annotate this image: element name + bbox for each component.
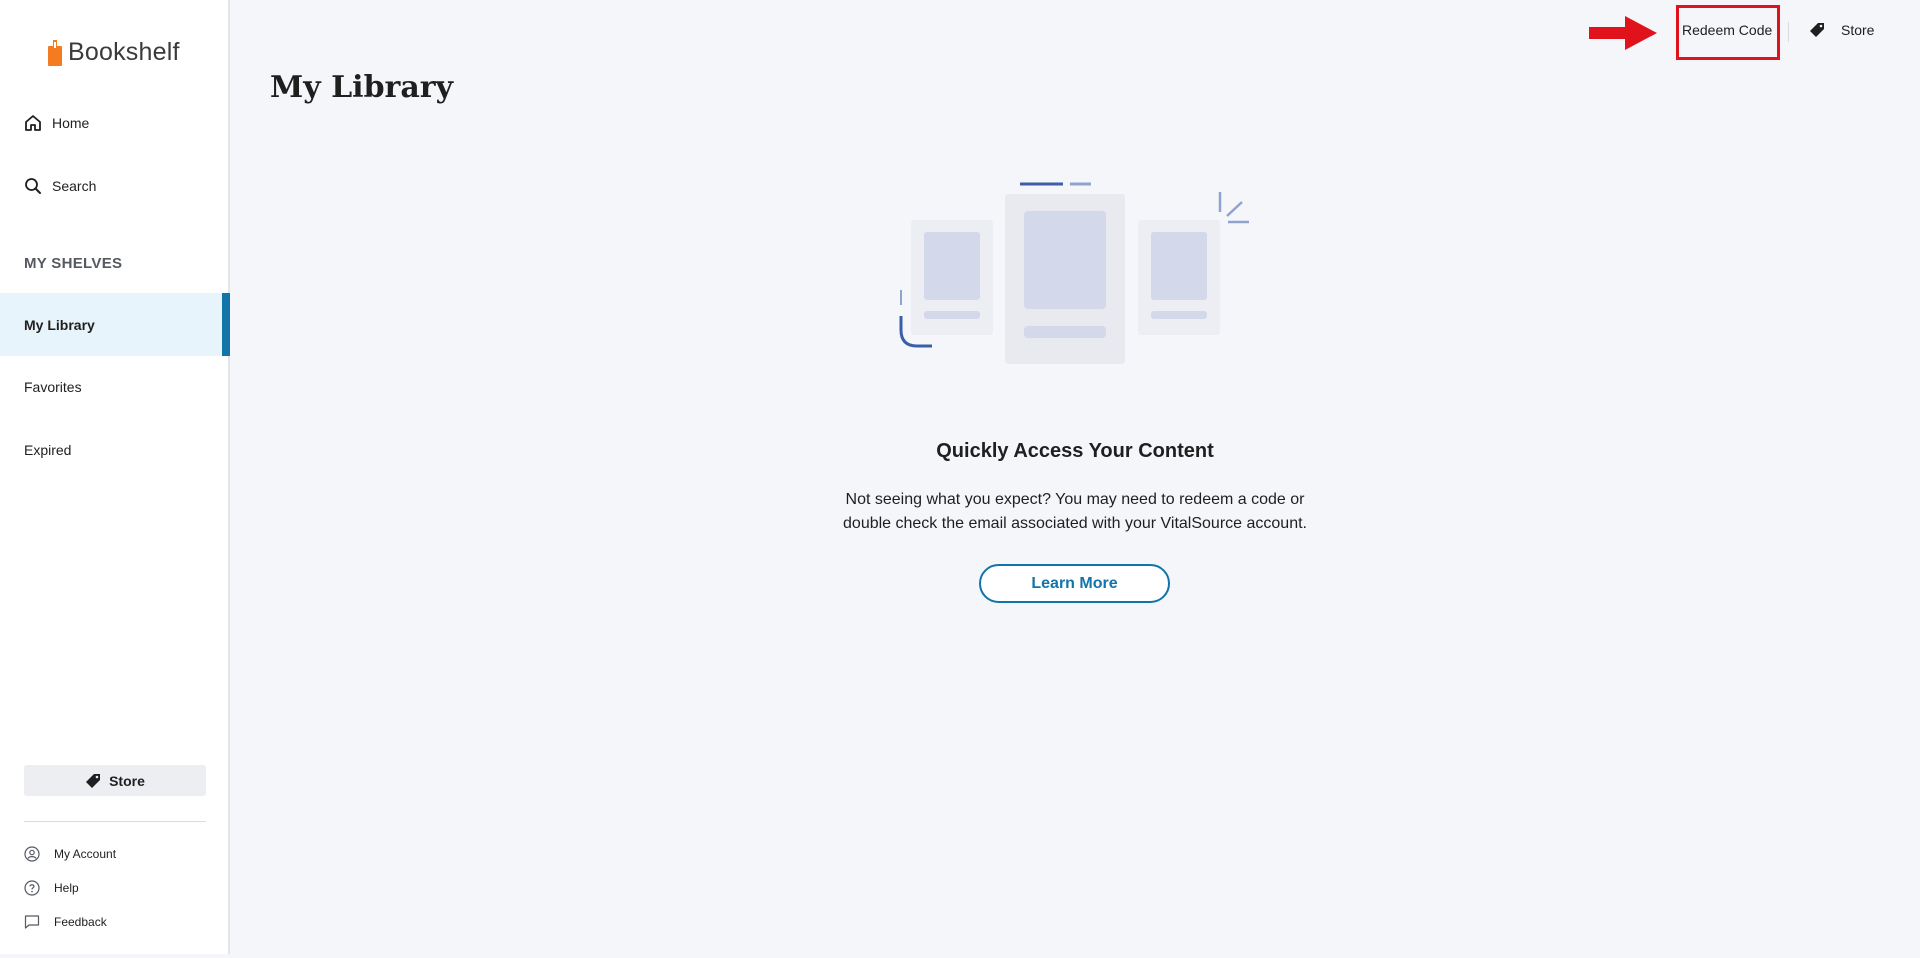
bookshelf-logo[interactable]: Bookshelf (48, 38, 180, 67)
page-title: My Library (270, 70, 454, 105)
my-account-link[interactable]: My Account (24, 846, 116, 862)
logo-text: Bookshelf (68, 38, 180, 66)
help-link[interactable]: Help (24, 880, 79, 896)
shelf-item-expired[interactable]: Expired (0, 418, 230, 481)
nav-search[interactable]: Search (24, 177, 96, 195)
shelf-item-label: Favorites (24, 378, 82, 395)
sidebar-divider (24, 821, 206, 822)
redeem-code-button[interactable]: Redeem Code (1682, 22, 1772, 38)
feedback-link[interactable]: Feedback (24, 914, 107, 930)
feedback-label: Feedback (54, 915, 107, 929)
sidebar-store-button[interactable]: Store (24, 765, 206, 796)
shelf-item-label: Expired (24, 441, 72, 458)
topbar-store-button[interactable]: Store (1809, 22, 1874, 38)
nav-home[interactable]: Home (24, 114, 89, 132)
tag-icon (1810, 23, 1824, 37)
bookshelf-logo-icon (48, 39, 62, 66)
shelf-item-favorites[interactable]: Favorites (0, 355, 230, 418)
tag-icon (86, 773, 101, 788)
empty-library-illustration (899, 182, 1249, 364)
feedback-icon (24, 915, 40, 929)
nav-home-label: Home (52, 115, 90, 131)
sidebar-store-label: Store (109, 772, 145, 789)
red-arrow-icon (1589, 16, 1657, 50)
topbar-divider (1788, 22, 1789, 42)
help-icon (24, 880, 40, 896)
account-icon (24, 846, 40, 862)
topbar-store-label: Store (1841, 22, 1875, 38)
learn-more-button[interactable]: Learn More (979, 564, 1170, 603)
sidebar: Bookshelf Home Search MY SHELVES My Libr… (0, 0, 230, 954)
home-icon (25, 115, 41, 131)
empty-state-heading: Quickly Access Your Content (936, 440, 1214, 462)
shelves-heading: MY SHELVES (24, 255, 123, 272)
search-icon (25, 178, 41, 194)
my-account-label: My Account (54, 847, 117, 861)
shelf-item-my-library[interactable]: My Library (0, 293, 230, 356)
nav-search-label: Search (52, 178, 97, 194)
shelf-item-label: My Library (24, 316, 95, 333)
help-label: Help (54, 881, 79, 895)
empty-state-body: Not seeing what you expect? You may need… (843, 491, 1307, 532)
